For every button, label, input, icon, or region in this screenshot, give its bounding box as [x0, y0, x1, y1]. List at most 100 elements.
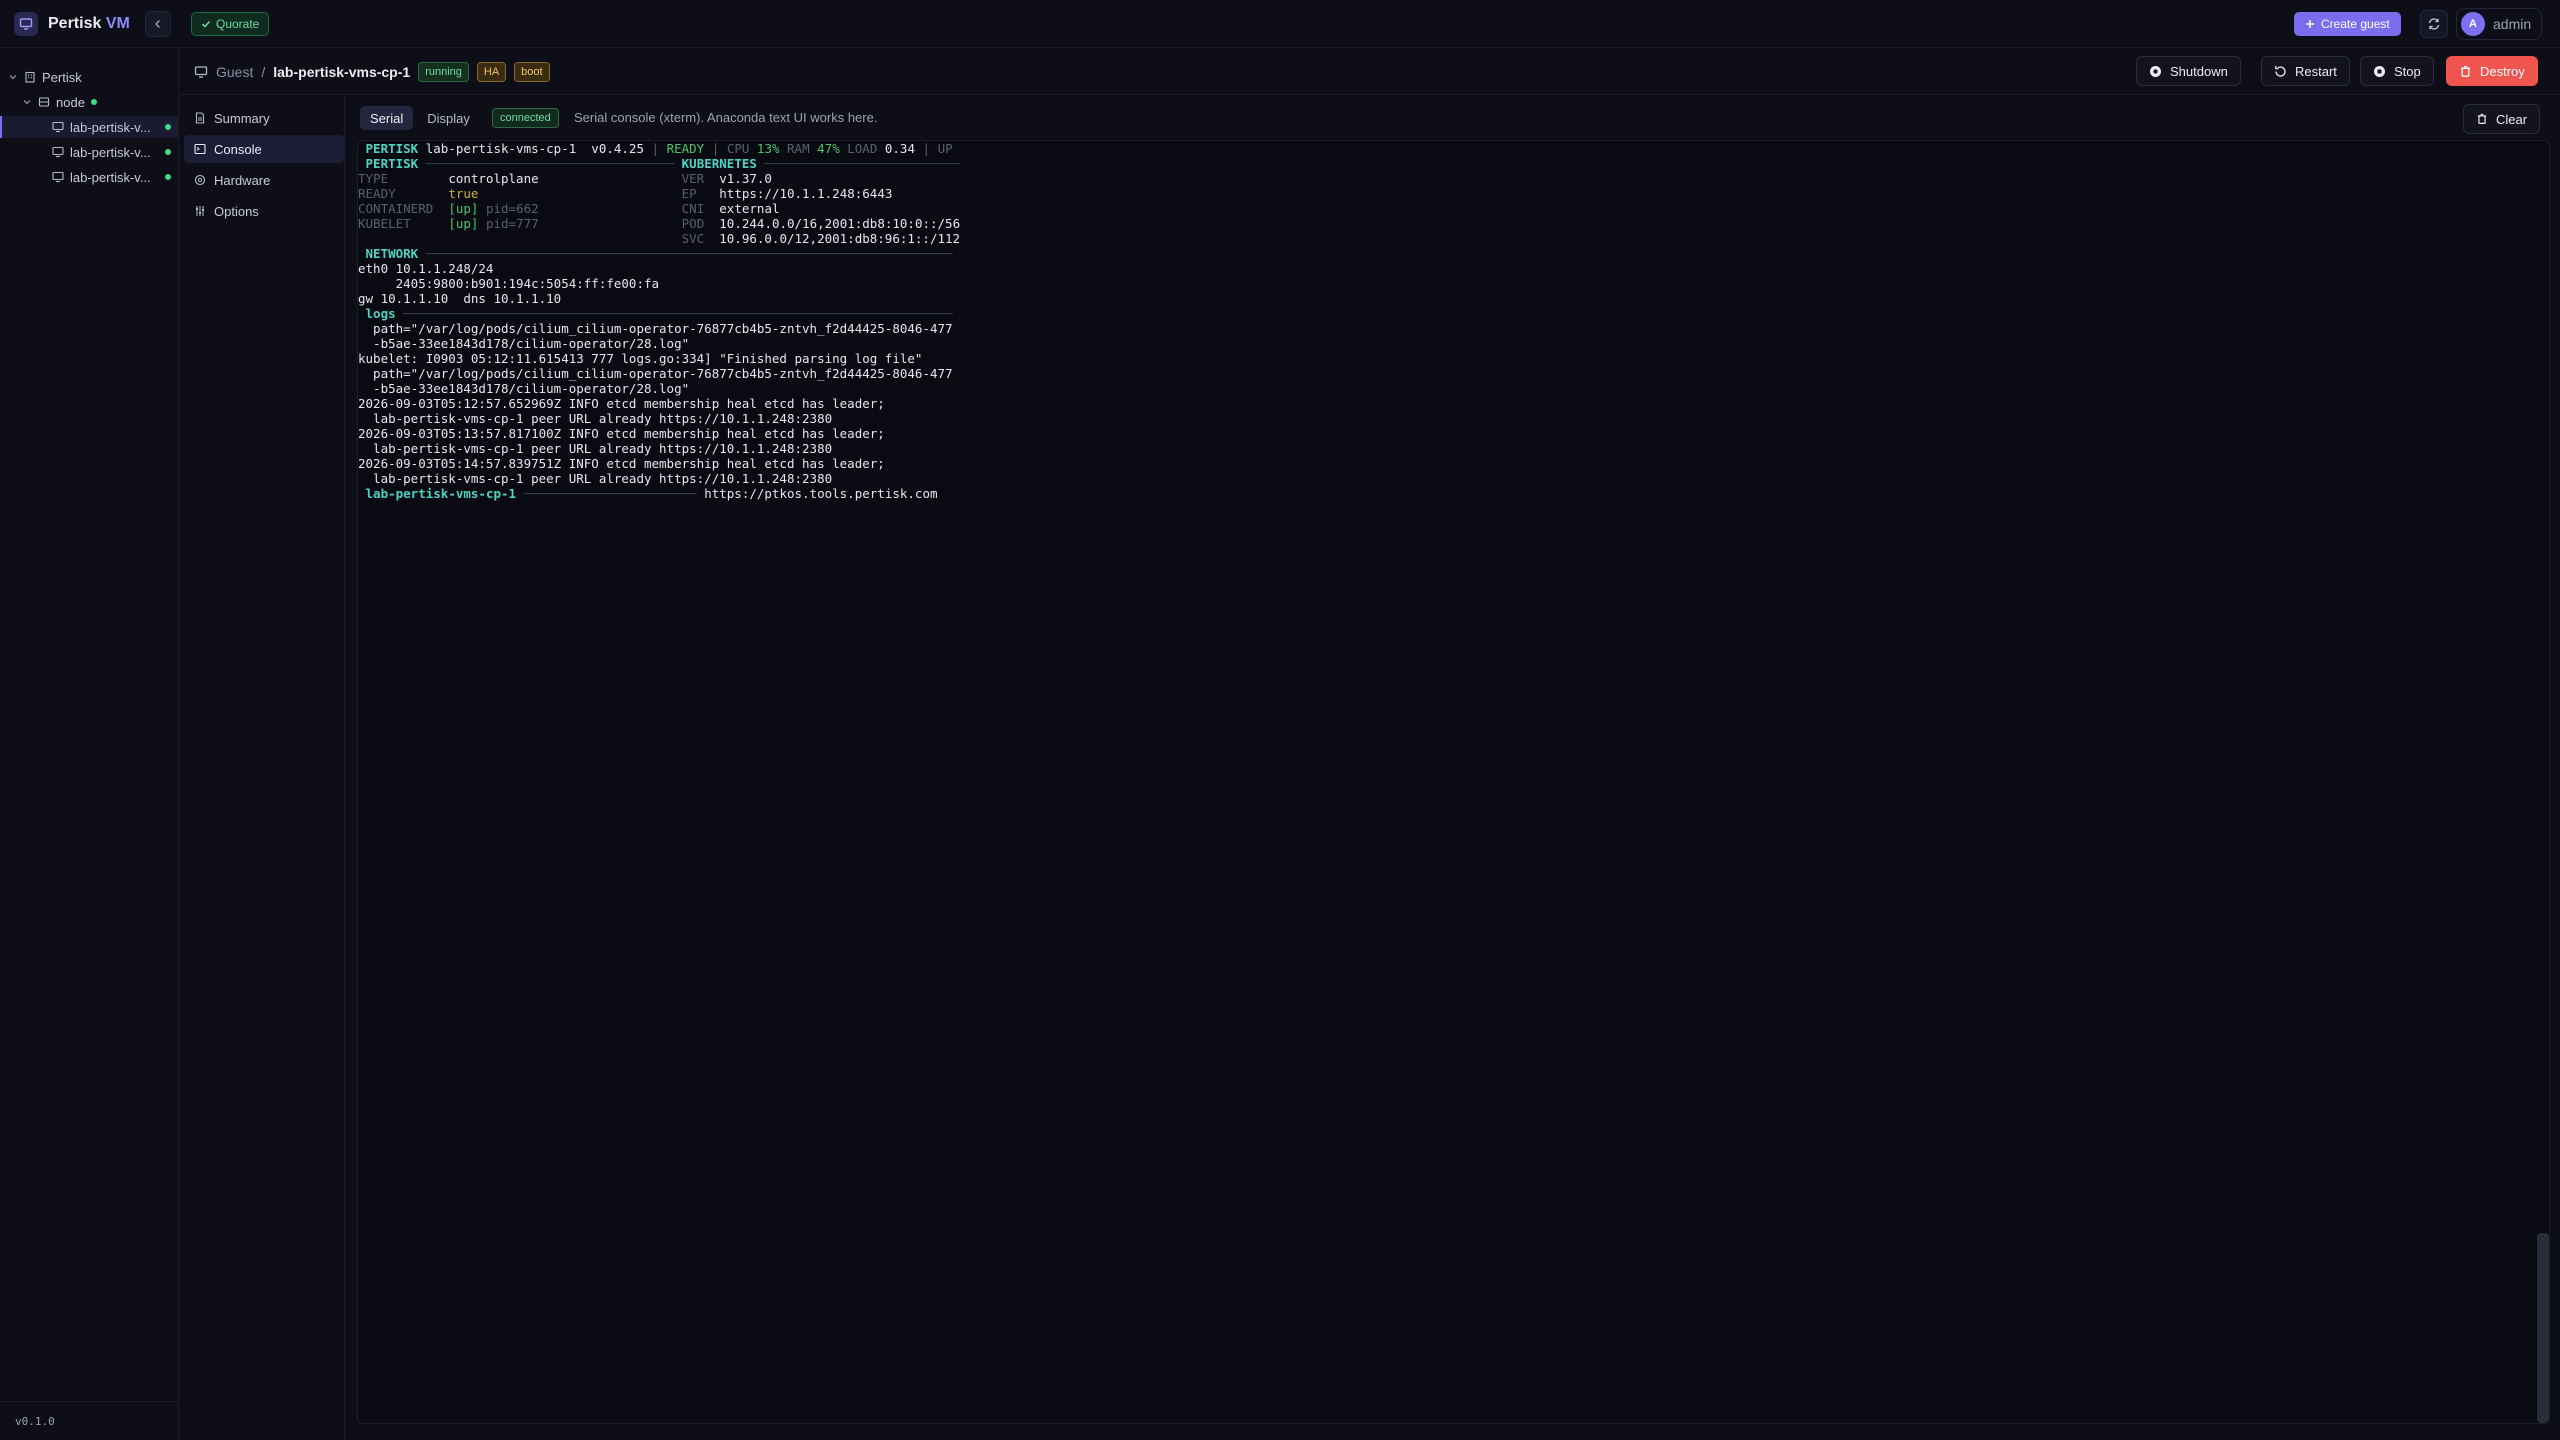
- terminal-line: TYPE controlplane VER v1.37.0: [358, 171, 772, 186]
- tree-guest-label: lab-pertisk-v...: [70, 119, 151, 135]
- console-tabs: Serial Display: [360, 106, 480, 130]
- page-title: lab-pertisk-vms-cp-1: [273, 64, 411, 80]
- terminal-line: READY true EP https://10.1.1.248:6443: [358, 186, 893, 201]
- cpu-icon: [194, 174, 206, 186]
- tab-serial[interactable]: Serial: [360, 106, 414, 130]
- tree-item-guest-2[interactable]: lab-pertisk-v...: [0, 141, 179, 163]
- refresh-icon: [2428, 18, 2440, 30]
- terminal-line: lab-pertisk-vms-cp-1 peer URL already ht…: [358, 441, 833, 456]
- status-badge-ha: HA: [476, 62, 507, 82]
- subnav-label: Summary: [214, 110, 270, 126]
- collapse-sidebar-button[interactable]: [145, 11, 171, 37]
- create-guest-label: Create guest: [2321, 17, 2390, 31]
- shutdown-button[interactable]: Shutdown: [2136, 56, 2241, 86]
- guest-status-dot: [164, 174, 171, 180]
- monitor-icon: [52, 171, 64, 183]
- tree-item-guest-3[interactable]: lab-pertisk-v...: [0, 166, 179, 188]
- subnav-label: Hardware: [214, 172, 271, 188]
- terminal-line: PERTISK lab-pertisk-vms-cp-1 v0.4.25 | R…: [365, 141, 953, 156]
- terminal-line: path="/var/log/pods/cilium_cilium-operat…: [358, 321, 953, 336]
- terminal-line: kubelet: I0903 05:12:11.615413 777 logs.…: [358, 351, 923, 366]
- brand[interactable]: Pertisk VM: [14, 12, 130, 36]
- tree-guest-label: lab-pertisk-v...: [70, 144, 151, 160]
- monitor-icon: [14, 12, 38, 36]
- sidebar-divider: [0, 1401, 179, 1402]
- stop-button[interactable]: Stop: [2360, 56, 2434, 86]
- top-bar: Pertisk VM Quorate Create guest A admin: [0, 0, 2560, 48]
- sliders-icon: [196, 206, 204, 216]
- trash-icon: [2461, 65, 2470, 77]
- monitor-icon: [194, 66, 208, 78]
- breadcrumb-separator: /: [261, 64, 266, 80]
- terminal-line: -b5ae-33ee1843d178/cilium-operator/28.lo…: [358, 336, 690, 351]
- guest-status-dot: [164, 149, 171, 155]
- terminal-line: lab-pertisk-vms-cp-1 peer URL already ht…: [358, 471, 833, 486]
- console-panel: Serial Display connected Serial console …: [345, 96, 2560, 1440]
- terminal-line: logs ───────────────────────────────────…: [365, 306, 953, 321]
- plus-icon: [2306, 20, 2314, 28]
- resource-tree: Pertisk node lab-pertisk-v... lab-pertis…: [0, 48, 179, 1440]
- brand-primary: Pertisk: [48, 15, 102, 32]
- tree-item-guest-1[interactable]: lab-pertisk-v...: [0, 116, 179, 138]
- tree-item-root[interactable]: Pertisk: [8, 66, 178, 88]
- destroy-label: Destroy: [2480, 63, 2525, 79]
- breadcrumb: Guest / lab-pertisk-vms-cp-1 running HA …: [194, 62, 550, 82]
- rotate-icon: [2275, 65, 2286, 77]
- status-badge-boot: boot: [514, 62, 550, 82]
- node-status-dot: [90, 99, 97, 105]
- terminal-line: eth0 10.1.1.248/24: [358, 261, 494, 276]
- terminal-line: SVC 10.96.0.0/12,2001:db8:96:1::/112: [681, 231, 961, 246]
- server-icon: [38, 97, 50, 107]
- terminal-line: PERTISK ────────────────────────────────…: [365, 156, 961, 171]
- tab-display[interactable]: Display: [417, 106, 480, 130]
- terminal-line: KUBELET [up] pid=777 POD 10.244.0.0/16,2…: [358, 216, 961, 231]
- subnav-hardware[interactable]: Hardware: [184, 166, 344, 194]
- terminal-line: lab-pertisk-vms-cp-1 peer URL already ht…: [358, 411, 833, 426]
- tree-root-label: Pertisk: [42, 69, 82, 85]
- terminal-line: gw 10.1.1.10 dns 10.1.1.10: [358, 291, 562, 306]
- chevron-down-icon: [9, 75, 17, 80]
- terminal-line: -b5ae-33ee1843d178/cilium-operator/28.lo…: [358, 381, 690, 396]
- brand-accent: VM: [105, 15, 130, 32]
- avatar: A: [2461, 12, 2485, 36]
- subnav-console[interactable]: Console: [184, 135, 344, 163]
- create-guest-button[interactable]: Create guest: [2294, 12, 2401, 36]
- monitor-icon: [52, 121, 64, 133]
- subnav-label: Options: [214, 203, 259, 219]
- restart-label: Restart: [2295, 63, 2337, 79]
- brand-name: Pertisk VM: [48, 15, 130, 33]
- refresh-button[interactable]: [2420, 10, 2448, 38]
- terminal-line: NETWORK ────────────────────────────────…: [365, 246, 953, 261]
- subnav-options[interactable]: Options: [184, 197, 344, 225]
- breadcrumb-root[interactable]: Guest: [216, 64, 253, 80]
- quorate-badge: Quorate: [191, 12, 270, 36]
- tree-item-node[interactable]: node: [22, 91, 178, 113]
- subnav-summary[interactable]: Summary: [184, 104, 344, 132]
- destroy-button[interactable]: Destroy: [2446, 56, 2538, 86]
- terminal-line: 2026-09-03T05:13:57.817100Z INFO etcd me…: [358, 426, 885, 441]
- building-icon: [25, 71, 35, 83]
- serial-terminal[interactable]: PERTISK lab-pertisk-vms-cp-1 v0.4.25 | R…: [357, 140, 2550, 1424]
- check-icon: [201, 21, 211, 28]
- shutdown-label: Shutdown: [2170, 63, 2228, 79]
- chevron-down-icon: [23, 100, 31, 105]
- user-name: admin: [2493, 16, 2532, 32]
- terminal-line: 2026-09-03T05:12:57.652969Z INFO etcd me…: [358, 396, 885, 411]
- status-badge-running: running: [418, 62, 469, 82]
- console-hint: Serial console (xterm). Anaconda text UI…: [574, 110, 878, 125]
- guest-header: Guest / lab-pertisk-vms-cp-1 running HA …: [180, 48, 2560, 95]
- guest-status-dot: [164, 124, 171, 130]
- clear-button[interactable]: Clear: [2463, 104, 2541, 134]
- quorate-label: Quorate: [216, 17, 260, 31]
- terminal-scrollbar[interactable]: [2537, 1233, 2549, 1423]
- restart-button[interactable]: Restart: [2261, 56, 2350, 86]
- tree-node-label: node: [56, 94, 85, 110]
- stop-icon: [2374, 65, 2385, 77]
- user-menu[interactable]: A admin: [2456, 8, 2543, 40]
- app-root: Pertisk VM Quorate Create guest A admin …: [0, 0, 2560, 1440]
- clear-label: Clear: [2496, 111, 2528, 127]
- file-icon: [195, 112, 205, 124]
- terminal-line: CONTAINERD [up] pid=662 CNI external: [358, 201, 780, 216]
- trash-icon: [2477, 113, 2487, 124]
- terminal-line: 2405:9800:b901:194c:5054:ff:fe00:fa: [358, 276, 660, 291]
